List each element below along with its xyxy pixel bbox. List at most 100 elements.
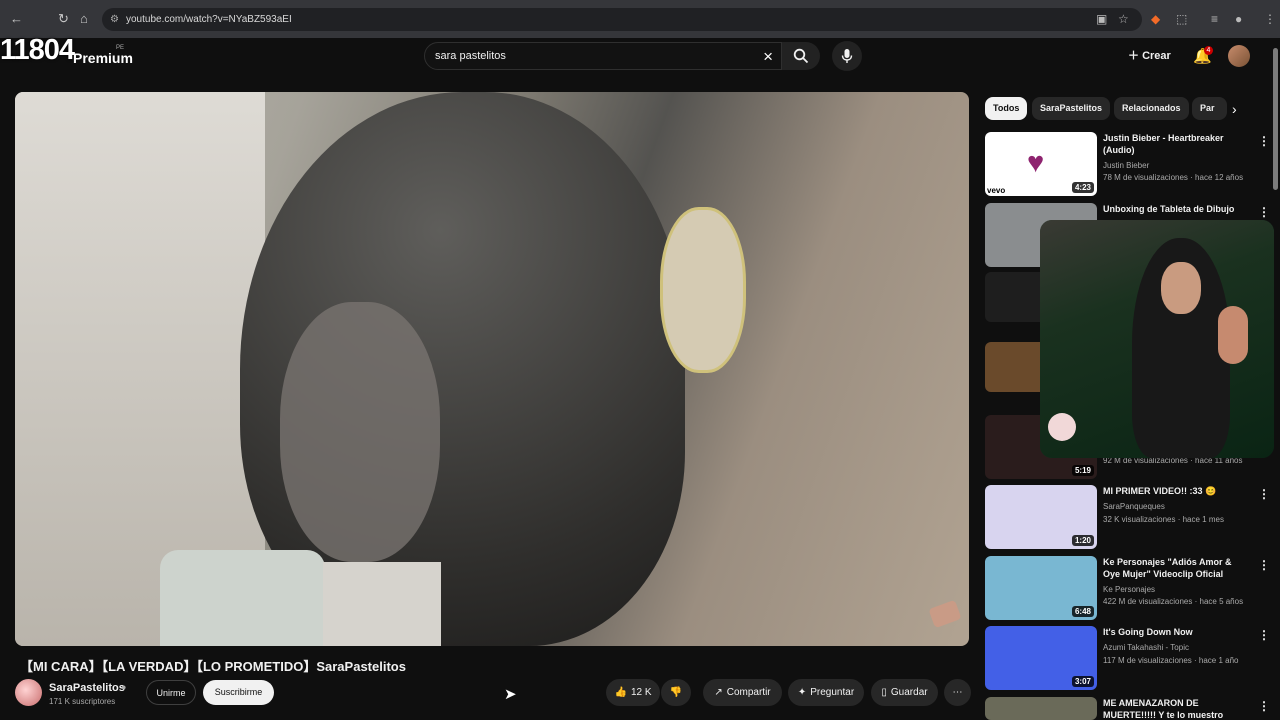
video-thumbnail[interactable]: ♥ vevo 4:23 (985, 132, 1097, 196)
recommendation-title: It's Going Down Now (1103, 627, 1193, 637)
extension-fox-icon[interactable]: ◆ (1151, 12, 1160, 26)
streamer-facecam (1040, 220, 1274, 458)
region-code: PE (116, 45, 125, 51)
thumbs-down-icon: 👎 (669, 687, 683, 698)
video-options-icon[interactable]: ⋮ (1258, 134, 1270, 148)
video-duration: 6:48 (1071, 606, 1094, 617)
video-thumbnail[interactable]: 6:48 (985, 556, 1097, 620)
cast-icon[interactable]: ▣ (1096, 12, 1107, 26)
youtube-premium-logo[interactable]: Premium (73, 50, 133, 66)
video-thumbnail[interactable]: 1:20 (985, 485, 1097, 549)
facecam-hand (1218, 306, 1248, 364)
video-options-icon[interactable]: ⋮ (1258, 205, 1270, 219)
video-options-icon[interactable]: ⋮ (1258, 628, 1270, 642)
subscribe-button[interactable]: Suscribirme (203, 680, 274, 705)
video-options-icon[interactable]: ⋮ (1258, 487, 1270, 501)
video-duration: 1:20 (1071, 535, 1094, 546)
video-title: 【MI CARA】【LA VERDAD】【LO PROMETIDO】SaraPa… (20, 659, 406, 674)
create-label: Crear (1142, 50, 1171, 62)
video-frame-white-shirt (323, 562, 441, 646)
stream-counter: 11804 (0, 34, 75, 66)
video-frame-face (280, 302, 440, 562)
address-bar[interactable]: ⚙ youtube.com/watch?v=NYaBZ593aEI (102, 8, 1142, 31)
back-icon[interactable]: ← (10, 11, 23, 26)
join-button[interactable]: Unirme (146, 680, 196, 705)
clear-search-icon[interactable]: × (763, 47, 773, 67)
recommendation-channel: Azumi Takahashi - Topic (1103, 643, 1189, 652)
recommendation-item[interactable]: 1:20 MI PRIMER VIDEO!! :33 😊 SaraPanqueq… (985, 485, 1270, 549)
menu-icon[interactable]: ⋮ (1264, 12, 1276, 26)
recommendation-stats: 78 M de visualizaciones · hace 12 años (1103, 173, 1244, 182)
microphone-icon (841, 49, 853, 63)
sparkle-icon: ✦ (797, 687, 807, 698)
verified-icon: ● (121, 682, 127, 692)
recommendation-channel: SaraPanqueques (1103, 502, 1165, 511)
recommendation-stats: 422 M de visualizaciones · hace 5 años (1103, 597, 1244, 606)
chevron-right-icon[interactable]: › (1232, 101, 1237, 117)
search-icon (793, 48, 809, 64)
channel-avatar[interactable] (15, 679, 42, 706)
more-actions-button[interactable]: ⋯ (944, 679, 971, 706)
video-thumbnail[interactable] (985, 697, 1097, 720)
recommendation-item[interactable]: 3:07 It's Going Down Now Azumi Takahashi… (985, 626, 1270, 690)
chip-partial[interactable]: Par (1192, 97, 1227, 120)
profile-icon[interactable]: ● (1235, 12, 1242, 26)
recommendation-title: ME AMENAZARON DE MUERTE!!!!! Y te lo mue… (1103, 698, 1224, 720)
playlist-icon[interactable]: ≡ (1211, 12, 1218, 26)
chip-sarapastelitos[interactable]: SaraPastelitos (1032, 97, 1111, 120)
video-watermark-icon (928, 599, 962, 629)
video-frame-white-cup (160, 550, 325, 646)
mouse-cursor-icon: ➤ (504, 686, 517, 703)
video-options-icon[interactable]: ⋮ (1258, 558, 1270, 572)
like-button[interactable]: 👍 12 K (606, 679, 660, 706)
url-text: youtube.com/watch?v=NYaBZ593aEI (126, 14, 292, 25)
search-button[interactable] (782, 42, 820, 70)
site-info-icon[interactable]: ⚙ (110, 8, 119, 31)
create-button[interactable]: ＋ Crear (1128, 47, 1171, 63)
heart-icon: ♥ (1027, 147, 1045, 179)
extensions-icon[interactable]: ⬚ (1176, 12, 1187, 26)
share-icon: ↗ (714, 687, 723, 698)
subscriber-count: 171 K suscriptores (49, 697, 116, 706)
video-duration: 3:07 (1071, 676, 1094, 687)
video-player[interactable] (15, 92, 969, 646)
home-icon[interactable]: ⌂ (80, 11, 88, 26)
recommendation-channel: Ke Personajes (1103, 585, 1156, 594)
bookmark-icon: ▯ (881, 687, 887, 698)
search-box[interactable]: × (424, 42, 782, 70)
share-label: Compartir (726, 687, 771, 698)
video-thumbnail[interactable]: 3:07 (985, 626, 1097, 690)
recommendation-title: Justin Bieber - Heartbreaker (Audio) (1103, 133, 1224, 155)
dislike-button[interactable]: 👎 (661, 679, 691, 706)
bookmark-star-icon[interactable]: ☆ (1118, 12, 1129, 26)
ask-button[interactable]: ✦ Preguntar (788, 679, 864, 706)
reload-icon[interactable]: ↻ (58, 11, 69, 27)
vevo-logo: vevo (987, 186, 1006, 195)
search-input[interactable] (425, 43, 745, 69)
account-avatar[interactable] (1228, 45, 1250, 67)
facecam-face (1161, 262, 1201, 314)
recommendation-title: Unboxing de Tableta de Dibujo (1103, 204, 1235, 214)
recommendation-item[interactable]: ♥ vevo 4:23 Justin Bieber - Heartbreaker… (985, 132, 1270, 196)
save-label: Guardar (890, 687, 928, 698)
video-options-icon[interactable]: ⋮ (1258, 699, 1270, 713)
voice-search-button[interactable] (832, 41, 862, 71)
recommendation-stats: 117 M de visualizaciones · hace 1 año (1103, 656, 1239, 665)
video-duration: 4:23 (1071, 182, 1094, 193)
save-button[interactable]: ▯ Guardar (871, 679, 938, 706)
share-button[interactable]: ↗ Compartir (703, 679, 782, 706)
recommendation-item[interactable]: ME AMENAZARON DE MUERTE!!!!! Y te lo mue… (985, 697, 1270, 720)
recommendation-title: Ke Personajes "Adiós Amor & Oye Mujer" V… (1103, 557, 1232, 579)
recommendation-channel: Justin Bieber (1103, 161, 1150, 170)
facecam-mascot-icon (1048, 413, 1076, 441)
recommendation-item[interactable]: 6:48 Ke Personajes "Adiós Amor & Oye Muj… (985, 556, 1270, 620)
page-scrollbar[interactable] (1273, 48, 1278, 190)
video-duration: 5:19 (1071, 465, 1094, 476)
ask-label: Preguntar (810, 687, 855, 698)
chip-relacionados[interactable]: Relacionados (1114, 97, 1189, 120)
more-icon: ⋯ (952, 687, 963, 698)
browser-toolbar: ← ↻ ⌂ ⚙ youtube.com/watch?v=NYaBZ593aEI … (0, 0, 1280, 38)
channel-name[interactable]: SaraPastelitos (49, 682, 125, 694)
video-frame-headphone (660, 207, 746, 373)
chip-todos[interactable]: Todos (985, 97, 1028, 120)
